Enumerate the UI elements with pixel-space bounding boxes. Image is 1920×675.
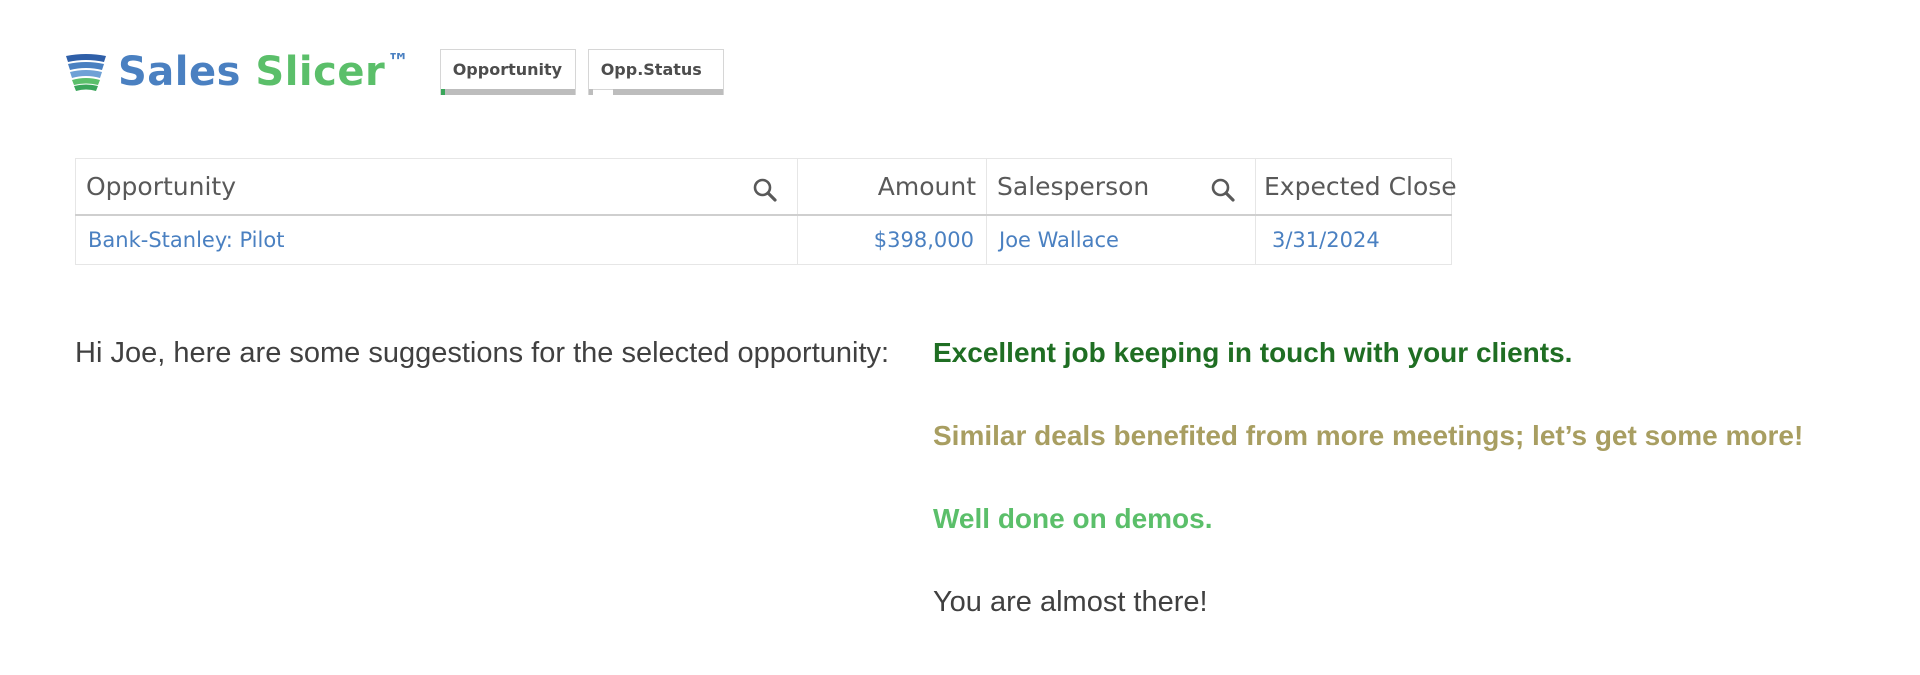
filter-tab-opp-status[interactable]: Opp.Status xyxy=(587,49,724,95)
table-row[interactable]: Bank-Stanley: Pilot $398,000 Joe Wallace… xyxy=(75,214,1452,265)
suggestion-item: Similar deals benefited from more meetin… xyxy=(933,420,1804,451)
sales-slicer-app: Sales Slicer™ Opportunity Opp.Status Opp… xyxy=(0,0,1920,675)
column-header-expected-close[interactable]: Expected Close xyxy=(1255,158,1457,216)
column-header-label: Salesperson xyxy=(997,171,1150,201)
stacked-layers-icon xyxy=(66,54,106,91)
filter-tab-label: Opportunity xyxy=(452,60,563,79)
logo-word-slicer: Slicer xyxy=(255,49,386,95)
cell-expected-close[interactable]: 3/31/2024 xyxy=(1255,214,1452,265)
search-icon[interactable] xyxy=(752,177,778,203)
column-header-label: Expected Close xyxy=(1264,171,1457,201)
logo-text: Sales Slicer™ xyxy=(118,49,410,95)
selection-bar-gap xyxy=(592,89,613,95)
cell-salesperson[interactable]: Joe Wallace xyxy=(986,214,1256,265)
filter-tabs: Opportunity Opp.Status xyxy=(439,49,736,95)
greeting-text: Hi Joe, here are some suggestions for th… xyxy=(75,337,890,369)
cell-amount[interactable]: $398,000 xyxy=(797,214,987,265)
filter-tab-label: Opp.Status xyxy=(600,60,702,79)
logo: Sales Slicer™ xyxy=(64,44,410,100)
cell-opportunity[interactable]: Bank-Stanley: Pilot xyxy=(75,214,798,265)
suggestion-item: Excellent job keeping in touch with your… xyxy=(933,337,1573,368)
logo-word-sales: Sales xyxy=(118,49,241,95)
header: Sales Slicer™ Opportunity Opp.Status xyxy=(64,44,736,100)
suggestion-item: Well done on demos. xyxy=(933,503,1213,534)
selection-bar-fill xyxy=(440,89,445,95)
column-header-label: Opportunity xyxy=(86,171,237,201)
column-header-opportunity[interactable]: Opportunity xyxy=(75,158,798,216)
column-header-label: Amount xyxy=(877,171,976,201)
column-header-salesperson[interactable]: Salesperson xyxy=(986,158,1256,216)
table-header-row: Opportunity Amount Salesperson Expected … xyxy=(75,158,1457,216)
logo-trademark: ™ xyxy=(387,50,410,75)
opportunity-table: Opportunity Amount Salesperson Expected … xyxy=(75,158,1457,265)
column-header-amount[interactable]: Amount xyxy=(797,158,987,216)
selection-bar xyxy=(588,89,723,95)
suggestion-list: Excellent job keeping in touch with your… xyxy=(933,337,1803,669)
search-icon[interactable] xyxy=(1210,177,1236,203)
filter-tab-opportunity[interactable]: Opportunity xyxy=(439,49,576,95)
selection-bar xyxy=(440,89,575,95)
suggestion-item: You are almost there! xyxy=(933,586,1208,618)
